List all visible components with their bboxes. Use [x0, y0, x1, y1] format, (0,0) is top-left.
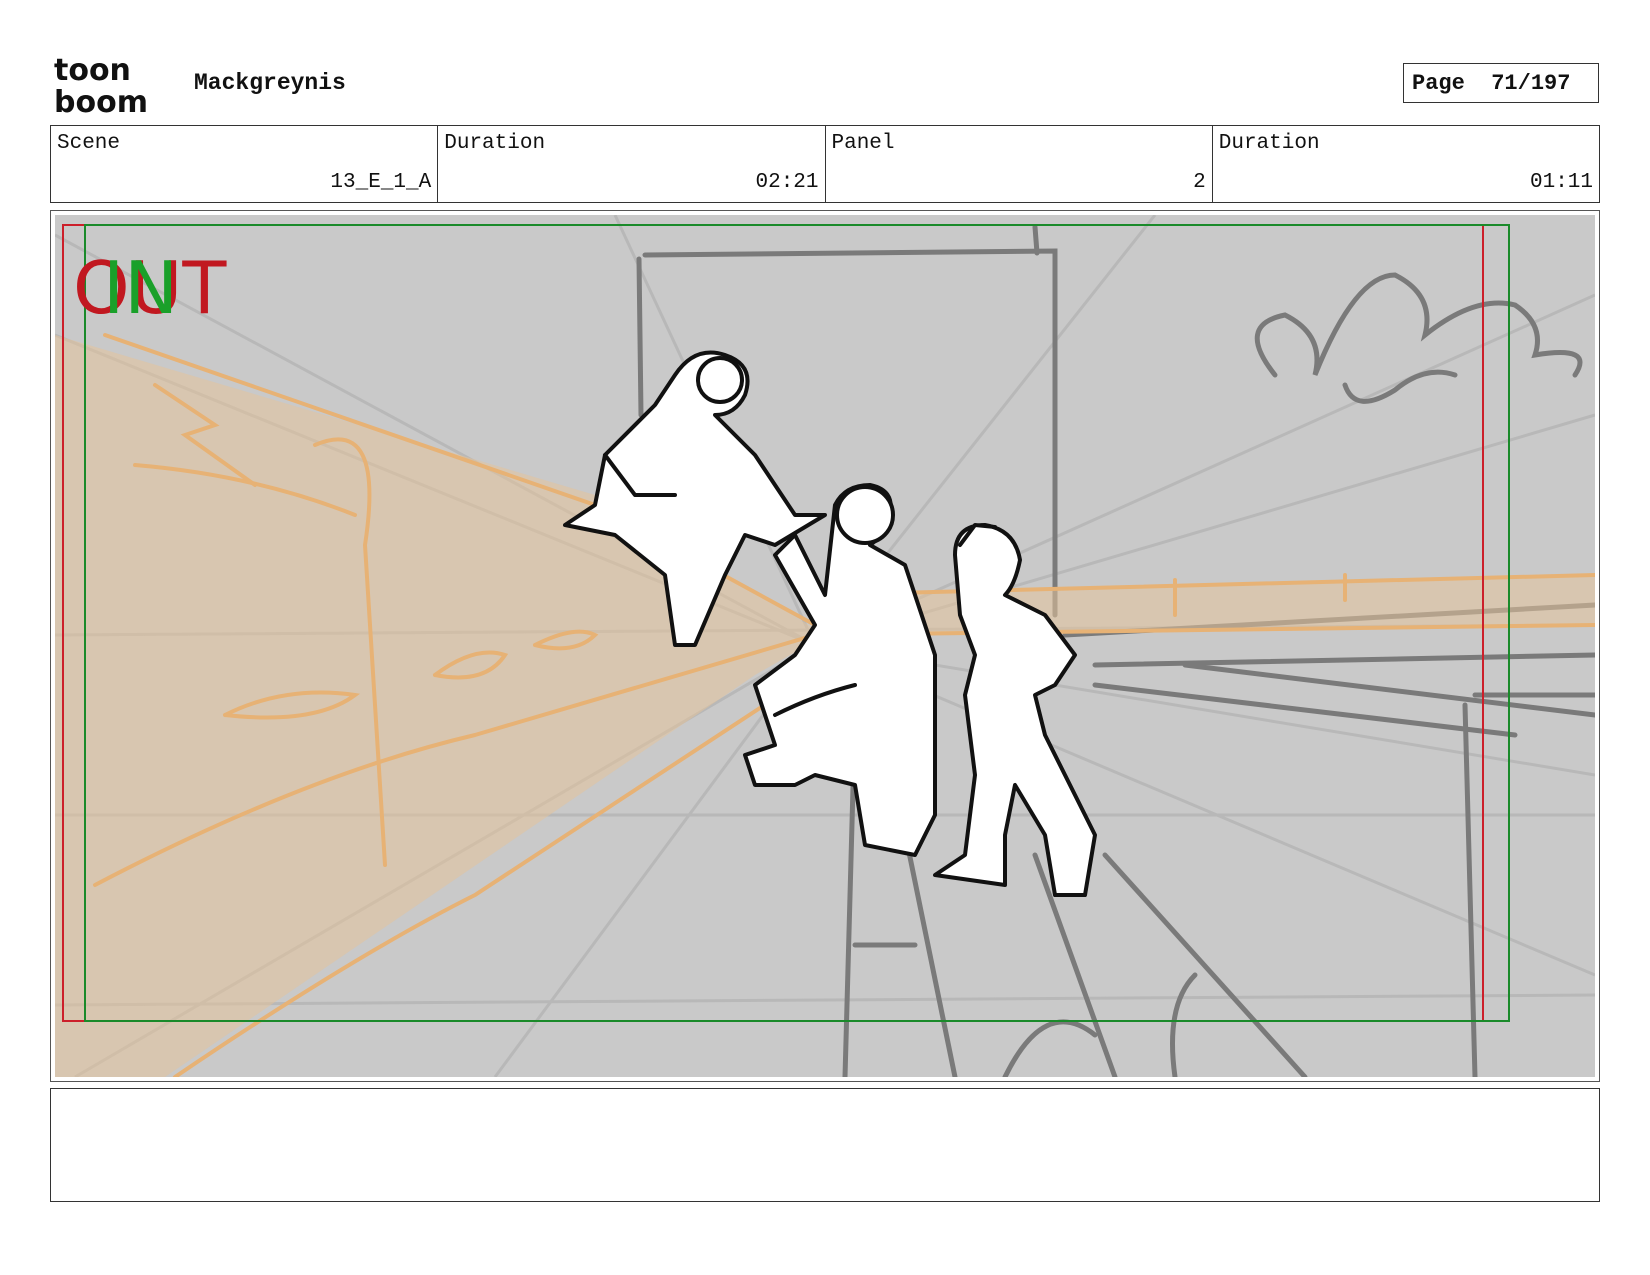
storyboard-panel: OUT IN: [50, 210, 1600, 1082]
panel-duration-cell: Duration 01:11: [1213, 126, 1599, 202]
page-number: 71/197: [1491, 70, 1571, 96]
scene-cell: Scene 13_E_1_A: [51, 126, 439, 202]
panel-label: Panel: [831, 132, 895, 155]
toonboom-logo: toon boom: [54, 54, 148, 116]
page-indicator: Page 71/197: [1403, 63, 1599, 103]
panel-notes: [50, 1088, 1600, 1202]
page-label: Page: [1412, 70, 1465, 96]
panel-duration-label: Duration: [1218, 132, 1320, 155]
panel-info-row: Scene 13_E_1_A Duration 02:21 Panel 2 Du…: [50, 125, 1600, 203]
panel-duration-value: 01:11: [1529, 171, 1593, 194]
logo-text-bottom: boom: [54, 85, 148, 116]
project-name: Mackgreynis: [194, 70, 346, 96]
panel-sketch: OUT IN: [55, 215, 1595, 1077]
logo-text-top: toon: [54, 54, 131, 88]
scene-value: 13_E_1_A: [330, 171, 432, 194]
panel-value: 2: [1193, 171, 1206, 194]
scene-duration-cell: Duration 02:21: [438, 126, 826, 202]
scene-duration-value: 02:21: [755, 171, 819, 194]
scene-label: Scene: [57, 132, 121, 155]
scene-duration-label: Duration: [444, 132, 546, 155]
panel-cell: Panel 2: [826, 126, 1213, 202]
in-marker: IN: [103, 246, 178, 330]
